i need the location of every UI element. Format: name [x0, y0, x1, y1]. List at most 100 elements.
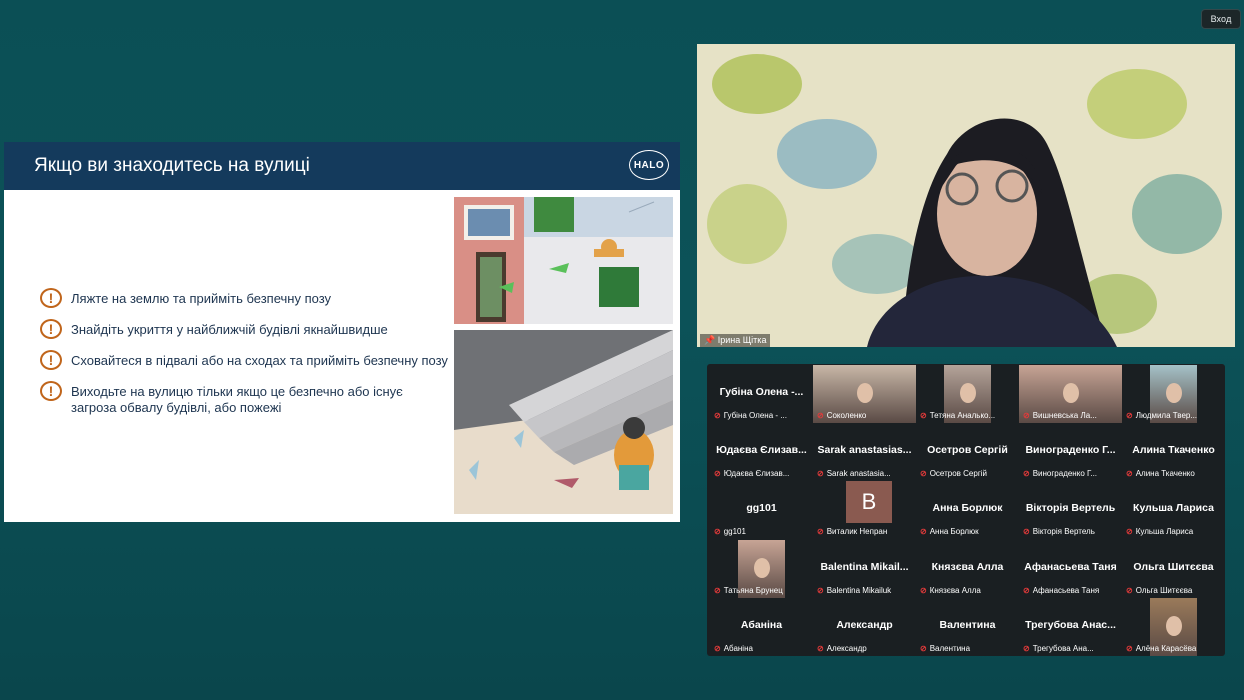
- participant-label: ⊘ Тетяна Аналько...: [920, 411, 995, 420]
- participant-label-text: Кульша Лариса: [1135, 527, 1194, 536]
- participant-label-text: Алина Ткаченко: [1135, 469, 1195, 478]
- muted-mic-icon: ⊘: [714, 469, 721, 478]
- participant-tile[interactable]: Осетров Сергій ⊘ Осетров Сергій: [916, 423, 1019, 481]
- slide-title: Якщо ви знаходитесь на вулиці: [34, 155, 310, 176]
- muted-mic-icon: ⊘: [1126, 469, 1133, 478]
- participant-tile[interactable]: Афанасьева Таня ⊘ Афанасьева Таня: [1019, 540, 1122, 598]
- participant-label-text: Алёна Карасёва: [1135, 644, 1197, 653]
- exit-button[interactable]: Вхoд: [1201, 9, 1241, 29]
- participant-label: ⊘ Алина Ткаченко: [1126, 469, 1195, 478]
- participant-name: Трегубова Анас...: [1025, 619, 1116, 631]
- participant-label: ⊘ Татьяна Брунец: [714, 586, 783, 595]
- participant-tile[interactable]: ⊘ Соколенко: [813, 365, 916, 423]
- participant-tile[interactable]: Анна Борлюк ⊘ Анна Борлюк: [916, 481, 1019, 539]
- participant-tile[interactable]: Sarak anastasias... ⊘ Sarak anastasia...: [813, 423, 916, 481]
- participant-label: ⊘ Виталик Непран: [817, 527, 887, 536]
- participant-label: ⊘ Трегубова Ана...: [1023, 644, 1094, 653]
- participant-tile[interactable]: ⊘ Вишневська Ла...: [1019, 365, 1122, 423]
- participant-label-text: gg101: [723, 527, 746, 536]
- participant-name: Анна Борлюк: [932, 502, 1003, 514]
- participant-label: ⊘ Sarak anastasia...: [817, 469, 891, 478]
- participant-tile[interactable]: Кульша Лариса ⊘ Кульша Лариса: [1122, 481, 1225, 539]
- muted-mic-icon: ⊘: [714, 586, 721, 595]
- participant-tile[interactable]: Алина Ткаченко ⊘ Алина Ткаченко: [1122, 423, 1225, 481]
- muted-mic-icon: ⊘: [714, 411, 721, 420]
- participant-tile[interactable]: Абаніна ⊘ Абаніна: [710, 598, 813, 656]
- muted-mic-icon: ⊘: [1023, 586, 1030, 595]
- participant-label-text: Винограденко Г...: [1032, 469, 1098, 478]
- muted-mic-icon: ⊘: [714, 527, 721, 536]
- participant-tile[interactable]: B ⊘ Виталик Непран: [813, 481, 916, 539]
- muted-mic-icon: ⊘: [1126, 527, 1133, 536]
- participant-label: ⊘ Князєва Алла: [920, 586, 981, 595]
- muted-mic-icon: ⊘: [920, 586, 927, 595]
- participant-label-text: Абаніна: [723, 644, 753, 653]
- participant-tile[interactable]: Трегубова Анас... ⊘ Трегубова Ана...: [1019, 598, 1122, 656]
- participant-tile[interactable]: ⊘ Татьяна Брунец: [710, 540, 813, 598]
- muted-mic-icon: ⊘: [1126, 644, 1133, 653]
- participant-name: Balentina Mikail...: [820, 561, 909, 573]
- participant-tile[interactable]: ⊘ Тетяна Аналько...: [916, 365, 1019, 423]
- participant-tile[interactable]: Balentina Mikail... ⊘ Balentina Mikailuk: [813, 540, 916, 598]
- bullet-text: Ляжте на землю та прийміть безпечну позу: [71, 291, 332, 306]
- participant-label-text: Афанасьева Таня: [1032, 586, 1100, 595]
- shared-slide: Якщо ви знаходитесь на вулиці HALO ! Ляж…: [4, 142, 680, 522]
- participant-tile[interactable]: Валентина ⊘ Валентина: [916, 598, 1019, 656]
- warning-icon: !: [40, 288, 62, 308]
- participant-label-text: Вишневська Ла...: [1032, 411, 1097, 420]
- participant-name: Афанасьева Таня: [1024, 561, 1117, 573]
- participant-name: Ольга Шитєєва: [1133, 561, 1214, 573]
- speaker-name-label: 📌 Ірина Щітка: [700, 334, 771, 347]
- participant-label: ⊘ Валентина: [920, 644, 970, 653]
- participant-tile[interactable]: Губіна Олена -... ⊘ Губіна Олена - ...: [710, 365, 813, 423]
- participant-label-text: Анна Борлюк: [929, 527, 979, 536]
- participant-label: ⊘ gg101: [714, 527, 746, 536]
- participant-label: ⊘ Губіна Олена - ...: [714, 411, 787, 420]
- participant-label-text: Ольга Шитєєва: [1135, 586, 1193, 595]
- participant-tile[interactable]: Князєва Алла ⊘ Князєва Алла: [916, 540, 1019, 598]
- muted-mic-icon: ⊘: [817, 644, 824, 653]
- bullet-list: ! Ляжте на землю та прийміть безпечну по…: [40, 288, 450, 427]
- bullet-item: ! Виходьте на вулицю тільки якщо це безп…: [40, 381, 450, 416]
- participant-label: ⊘ Александр: [817, 644, 867, 653]
- warning-icon: !: [40, 350, 62, 370]
- participant-name: Sarak anastasias...: [817, 444, 912, 456]
- bullet-item: ! Знайдіть укриття у найближчій будівлі …: [40, 319, 450, 339]
- participant-name: Алина Ткаченко: [1132, 444, 1215, 456]
- participant-tile[interactable]: Винограденко Г... ⊘ Винограденко Г...: [1019, 423, 1122, 481]
- muted-mic-icon: ⊘: [1023, 411, 1030, 420]
- participant-label: ⊘ Кульша Лариса: [1126, 527, 1193, 536]
- participant-name: gg101: [746, 502, 777, 514]
- participant-tile[interactable]: Александр ⊘ Александр: [813, 598, 916, 656]
- bullet-text: Знайдіть укриття у найближчій будівлі як…: [71, 322, 388, 337]
- muted-mic-icon: ⊘: [817, 411, 824, 420]
- participant-tile[interactable]: ⊘ Алёна Карасёва: [1122, 598, 1225, 656]
- participant-label-text: Людмила Твер...: [1135, 411, 1198, 420]
- participant-label: ⊘ Афанасьева Таня: [1023, 586, 1099, 595]
- participant-label: ⊘ Анна Борлюк: [920, 527, 979, 536]
- muted-mic-icon: ⊘: [1126, 411, 1133, 420]
- muted-mic-icon: ⊘: [1126, 586, 1133, 595]
- halo-logo: HALO: [629, 150, 669, 180]
- participant-tile[interactable]: ⊘ Людмила Твер...: [1122, 365, 1225, 423]
- participant-label-text: Трегубова Ана...: [1032, 644, 1094, 653]
- active-speaker-video[interactable]: [697, 44, 1235, 347]
- bullet-text: Сховайтеся в підвалі або на сходах та пр…: [71, 353, 448, 368]
- participant-label: ⊘ Вишневська Ла...: [1023, 411, 1097, 420]
- participant-name: Вікторія Вертель: [1025, 502, 1116, 514]
- participant-tile[interactable]: Ольга Шитєєва ⊘ Ольга Шитєєва: [1122, 540, 1225, 598]
- muted-mic-icon: ⊘: [817, 586, 824, 595]
- pin-icon: 📌: [704, 335, 716, 345]
- muted-mic-icon: ⊘: [817, 527, 824, 536]
- participant-label: ⊘ Balentina Mikailuk: [817, 586, 891, 595]
- participant-name: Валентина: [939, 619, 996, 631]
- stairs-illustration: [454, 330, 673, 514]
- muted-mic-icon: ⊘: [920, 644, 927, 653]
- participant-label-text: Губіна Олена - ...: [723, 411, 787, 420]
- participant-tile[interactable]: Вікторія Вертель ⊘ Вікторія Вертель: [1019, 481, 1122, 539]
- participant-label: ⊘ Соколенко: [817, 411, 866, 420]
- participant-tile[interactable]: gg101 ⊘ gg101: [710, 481, 813, 539]
- participant-name: Князєва Алла: [931, 561, 1004, 573]
- muted-mic-icon: ⊘: [920, 469, 927, 478]
- participant-tile[interactable]: Юдаєва Єлизав... ⊘ Юдаєва Єлизав...: [710, 423, 813, 481]
